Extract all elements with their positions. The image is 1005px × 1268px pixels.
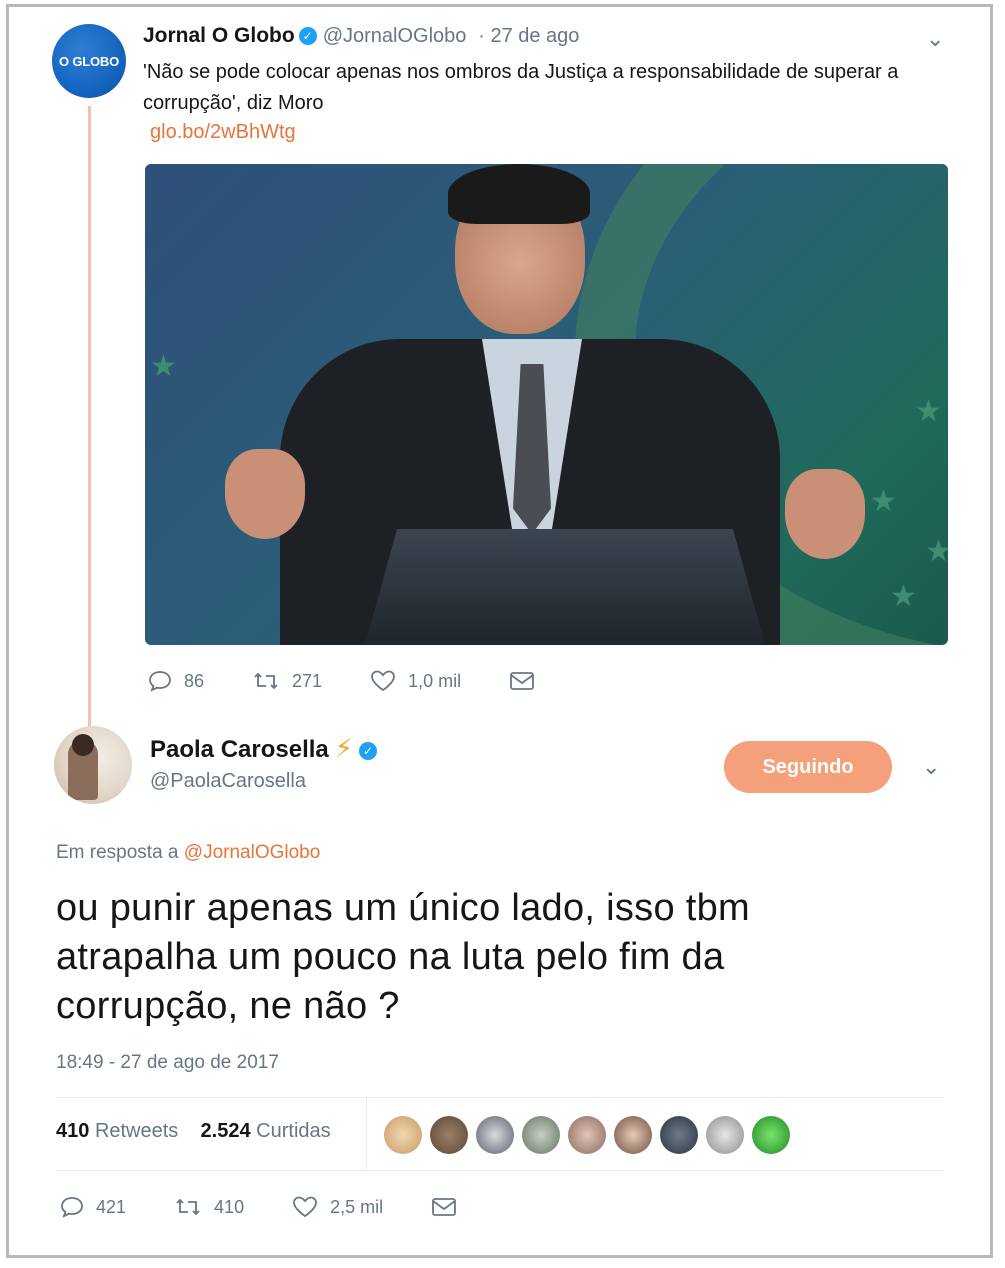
reply-button[interactable]: 86 — [148, 670, 204, 692]
liker-avatar[interactable] — [752, 1116, 790, 1154]
retweet-total-label[interactable]: Retweets — [95, 1120, 178, 1142]
reply-count: 421 — [96, 1196, 127, 1217]
avatar-logo-text: O GLOBO — [59, 53, 119, 69]
speaker-hair — [448, 164, 590, 224]
star-shape: ★ — [150, 350, 177, 383]
message-icon — [509, 670, 535, 692]
chevron-down-icon[interactable]: ⌄ — [922, 754, 940, 780]
reply-icon — [148, 670, 172, 692]
star-shape: ★ — [915, 395, 942, 428]
chevron-down-icon[interactable]: ⌄ — [926, 26, 944, 52]
like-button[interactable]: 1,0 mil — [370, 670, 461, 692]
jornal-o-globo-avatar[interactable]: O GLOBO — [52, 24, 126, 98]
like-total-label[interactable]: Curtidas — [256, 1120, 330, 1142]
tweet-photo[interactable]: ★ ★ ★ ★ ★ — [145, 164, 948, 645]
paola-carosella-avatar[interactable] — [54, 726, 132, 804]
retweet-count: 271 — [292, 670, 323, 691]
main-tweet-actions: 421 410 2,5 mil — [60, 1196, 517, 1218]
liker-avatar[interactable] — [706, 1116, 744, 1154]
retweet-count: 410 — [214, 1196, 245, 1217]
verified-icon: ✓ — [359, 742, 378, 760]
retweet-button[interactable]: 410 — [174, 1196, 244, 1218]
avatar-figure-head — [72, 734, 94, 756]
retweet-icon — [174, 1196, 202, 1218]
parent-tweet-actions: 86 271 1,0 mil — [148, 670, 595, 692]
reply-icon — [60, 1196, 84, 1218]
parent-tweet-date[interactable]: · 27 de ago — [478, 25, 579, 47]
retweet-icon — [252, 670, 280, 692]
main-author-name[interactable]: Paola Carosella — [150, 736, 329, 763]
parent-tweet-text: 'Não se pode colocar apenas nos ombros d… — [143, 61, 899, 114]
stats-separator — [366, 1098, 367, 1170]
star-shape: ★ — [925, 535, 948, 568]
liker-avatars — [384, 1116, 790, 1154]
lightning-icon: ⚡ — [334, 733, 354, 763]
liker-avatar[interactable] — [476, 1116, 514, 1154]
parent-tweet-header: Jornal O Globo ✓ @JornalOGlobo · 27 de ago — [143, 24, 579, 48]
reply-count: 86 — [184, 670, 205, 691]
like-icon — [370, 670, 396, 692]
speaker-left-hand — [225, 449, 305, 539]
thread-line — [88, 106, 91, 726]
lectern — [365, 529, 765, 645]
liker-avatar[interactable] — [568, 1116, 606, 1154]
divider — [56, 1170, 944, 1171]
retweet-total[interactable]: 410 — [56, 1120, 89, 1142]
like-total[interactable]: 2.524 — [201, 1120, 251, 1142]
tweet-stats: 410 Retweets 2.524 Curtidas — [56, 1120, 331, 1143]
following-button[interactable]: Seguindo — [724, 741, 892, 793]
retweet-button[interactable]: 271 — [252, 670, 322, 692]
like-button[interactable]: 2,5 mil — [292, 1196, 383, 1218]
like-icon — [292, 1196, 318, 1218]
star-shape: ★ — [890, 580, 917, 613]
liker-avatar[interactable] — [614, 1116, 652, 1154]
main-tweet-text: ou punir apenas um único lado, isso tbm … — [56, 887, 750, 1027]
main-author-handle[interactable]: @PaolaCarosella — [150, 770, 306, 793]
message-button[interactable] — [431, 1196, 469, 1218]
reply-prefix: Em resposta a — [56, 842, 179, 863]
parent-author-handle[interactable]: @JornalOGlobo — [323, 25, 467, 47]
like-count: 1,0 mil — [408, 670, 462, 691]
reply-context: Em resposta a @JornalOGlobo — [56, 842, 320, 864]
reply-to-handle[interactable]: @JornalOGlobo — [184, 842, 321, 863]
star-shape: ★ — [870, 485, 897, 518]
speaker-right-hand — [785, 469, 865, 559]
verified-icon: ✓ — [298, 27, 317, 45]
parent-tweet-link[interactable]: glo.bo/2wBhWtg — [150, 121, 296, 144]
message-button[interactable] — [509, 670, 547, 692]
parent-author-name[interactable]: Jornal O Globo — [143, 24, 295, 47]
liker-avatar[interactable] — [660, 1116, 698, 1154]
liker-avatar[interactable] — [522, 1116, 560, 1154]
message-icon — [431, 1196, 457, 1218]
liker-avatar[interactable] — [384, 1116, 422, 1154]
reply-button[interactable]: 421 — [60, 1196, 126, 1218]
liker-avatar[interactable] — [430, 1116, 468, 1154]
main-tweet-header: Paola Carosella ⚡ ✓ — [150, 733, 378, 764]
main-tweet-timestamp[interactable]: 18:49 - 27 de ago de 2017 — [56, 1052, 279, 1074]
divider — [56, 1097, 944, 1098]
like-count: 2,5 mil — [330, 1196, 384, 1217]
